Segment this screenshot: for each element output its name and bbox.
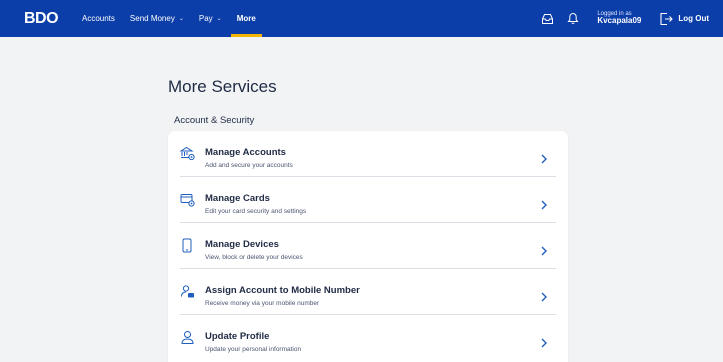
- service-title: Manage Accounts: [205, 147, 286, 158]
- service-title: Manage Devices: [205, 239, 279, 250]
- service-item-update-profile[interactable]: Update Profile Update your personal info…: [168, 315, 568, 361]
- nav-more-label: More: [236, 14, 256, 23]
- service-title: Manage Cards: [205, 193, 270, 204]
- page-title: More Services: [168, 77, 277, 96]
- service-item-manage-accounts[interactable]: Manage Accounts Add and secure your acco…: [168, 131, 568, 177]
- nav-send-money[interactable]: Send Money ⌄: [130, 0, 184, 37]
- phone-icon: [180, 238, 194, 253]
- logout-button[interactable]: Log Out: [659, 12, 709, 26]
- section-title: Account & Security: [174, 115, 255, 126]
- service-title: Update Profile: [205, 331, 270, 342]
- chevron-right-icon: [540, 197, 548, 210]
- nav-pay-label: Pay: [198, 14, 213, 23]
- bank-gear-icon: [179, 146, 195, 161]
- bell-icon[interactable]: [565, 11, 581, 27]
- nav-more[interactable]: More: [230, 0, 262, 37]
- logo-text: BDO: [24, 10, 59, 27]
- header-tools: Logged in as Kvcapala09 Log Out: [539, 0, 723, 37]
- service-item-manage-cards[interactable]: Manage Cards Edit your card security and…: [168, 177, 568, 223]
- service-subtitle: Receive money via your mobile number: [205, 300, 320, 307]
- service-item-assign-account[interactable]: Assign Account to Mobile Number Receive …: [168, 269, 568, 315]
- logged-in-info: Logged in as Kvcapala09: [597, 11, 641, 26]
- logout-label: Log Out: [678, 14, 709, 23]
- service-subtitle: View, block or delete your devices: [205, 254, 303, 261]
- service-subtitle: Update your personal information: [205, 346, 302, 353]
- username: Kvcapala09: [597, 16, 642, 26]
- service-subtitle: Add and secure your accounts: [205, 162, 293, 169]
- main-nav: Accounts Send Money ⌄ Pay ⌄ More: [82, 0, 271, 37]
- chevron-right-icon: [540, 151, 548, 164]
- user-card-icon: [180, 284, 194, 298]
- user-icon: [180, 330, 194, 344]
- nav-accounts-label: Accounts: [82, 14, 115, 23]
- card-gear-icon: [180, 192, 195, 207]
- chevron-down-icon: ⌄: [178, 16, 184, 22]
- inbox-icon[interactable]: [539, 11, 555, 27]
- service-subtitle: Edit your card security and settings: [205, 208, 307, 215]
- services-card: Manage Accounts Add and secure your acco…: [168, 131, 568, 362]
- logout-icon: [660, 12, 674, 25]
- chevron-right-icon: [540, 243, 548, 256]
- nav-send-money-label: Send Money: [129, 14, 175, 23]
- service-item-manage-devices[interactable]: Manage Devices View, block or delete you…: [168, 223, 568, 269]
- service-title: Assign Account to Mobile Number: [205, 285, 360, 296]
- top-navigation-bar: BDO Accounts Send Money ⌄ Pay ⌄ More Log…: [0, 0, 723, 37]
- chevron-down-icon: ⌄: [216, 16, 222, 22]
- nav-accounts[interactable]: Accounts: [82, 0, 115, 37]
- nav-pay[interactable]: Pay ⌄: [199, 0, 222, 37]
- bdo-logo[interactable]: BDO: [24, 10, 59, 28]
- chevron-right-icon: [540, 289, 548, 302]
- chevron-right-icon: [540, 335, 548, 348]
